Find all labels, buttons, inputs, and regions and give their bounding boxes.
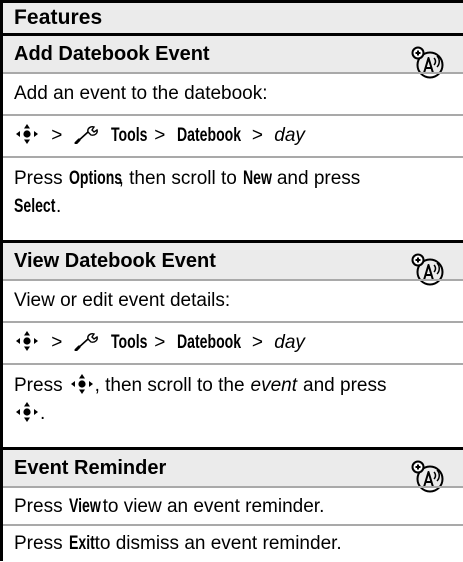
tools-icon <box>74 126 100 144</box>
menu-path-row: > Tools > Datebook > day <box>3 321 463 363</box>
description-text: View or edit event details: <box>14 290 231 311</box>
instruction-text: to dismiss an event reminder. <box>94 533 342 554</box>
path-tools: Tools <box>110 332 148 353</box>
nav-key-icon <box>14 331 40 351</box>
path-day: day <box>274 332 305 353</box>
section-title: Add Datebook Event <box>14 42 210 65</box>
nav-key-icon <box>14 124 40 144</box>
instruction-text: Press <box>14 168 63 189</box>
features-header: Features <box>0 0 463 33</box>
section-description-row: View or edit event details: <box>3 279 463 321</box>
features-title: Features <box>14 6 103 29</box>
features-table: Features Add Datebook Event Add an event… <box>0 0 463 561</box>
menu-path-row: > Tools > Datebook > day <box>3 114 463 156</box>
path-separator: > <box>51 125 63 146</box>
event-term: event <box>250 375 298 396</box>
path-day: day <box>274 125 305 146</box>
path-separator: > <box>251 332 264 353</box>
section-event-reminder-header: Event Reminder <box>3 447 463 486</box>
key-exit: Exit <box>68 533 95 554</box>
reminder-exit-row: Press Exitto dismiss an event reminder. <box>3 524 463 561</box>
instruction-text: , then scroll to <box>118 168 237 189</box>
instruction-text: . <box>56 196 62 217</box>
nav-key-icon <box>14 402 40 422</box>
instruction-text: . <box>40 403 46 424</box>
section-title: View Datebook Event <box>14 249 216 272</box>
instruction-text: Press <box>14 533 63 554</box>
path-separator: > <box>251 125 264 146</box>
tools-icon <box>74 333 100 351</box>
key-view: View <box>68 496 101 517</box>
nav-key-icon <box>69 374 95 394</box>
path-separator: > <box>154 125 166 146</box>
section-description-row: Add an event to the datebook: <box>3 72 463 114</box>
instruction-row: Press Options, then scroll to New and press… <box>3 156 463 240</box>
path-separator: > <box>51 332 63 353</box>
key-select: Select <box>14 196 56 217</box>
reminder-view-row: Press View to view an event reminder. <box>3 486 463 524</box>
key-options: Options <box>68 168 122 189</box>
instruction-text: and press <box>303 375 387 396</box>
features-header-inner: Features <box>3 3 463 33</box>
path-separator: > <box>154 332 166 353</box>
instruction-text: to view an event reminder. <box>102 496 325 517</box>
path-datebook: Datebook <box>176 125 241 146</box>
instruction-text: Press <box>14 496 63 517</box>
instruction-text: and press <box>276 168 361 189</box>
section-title: Event Reminder <box>14 456 167 479</box>
instruction-text: , then scroll to the <box>94 375 245 396</box>
instruction-row: Press, then scroll to the event and press … <box>3 363 463 447</box>
path-tools: Tools <box>110 125 148 146</box>
section-view-datebook-event-header: View Datebook Event <box>3 240 463 279</box>
section-add-datebook-event-header: Add Datebook Event <box>3 33 463 72</box>
key-new: New <box>242 168 272 189</box>
description-text: Add an event to the datebook: <box>14 83 268 104</box>
path-datebook: Datebook <box>176 332 241 353</box>
instruction-text: Press <box>14 375 63 396</box>
